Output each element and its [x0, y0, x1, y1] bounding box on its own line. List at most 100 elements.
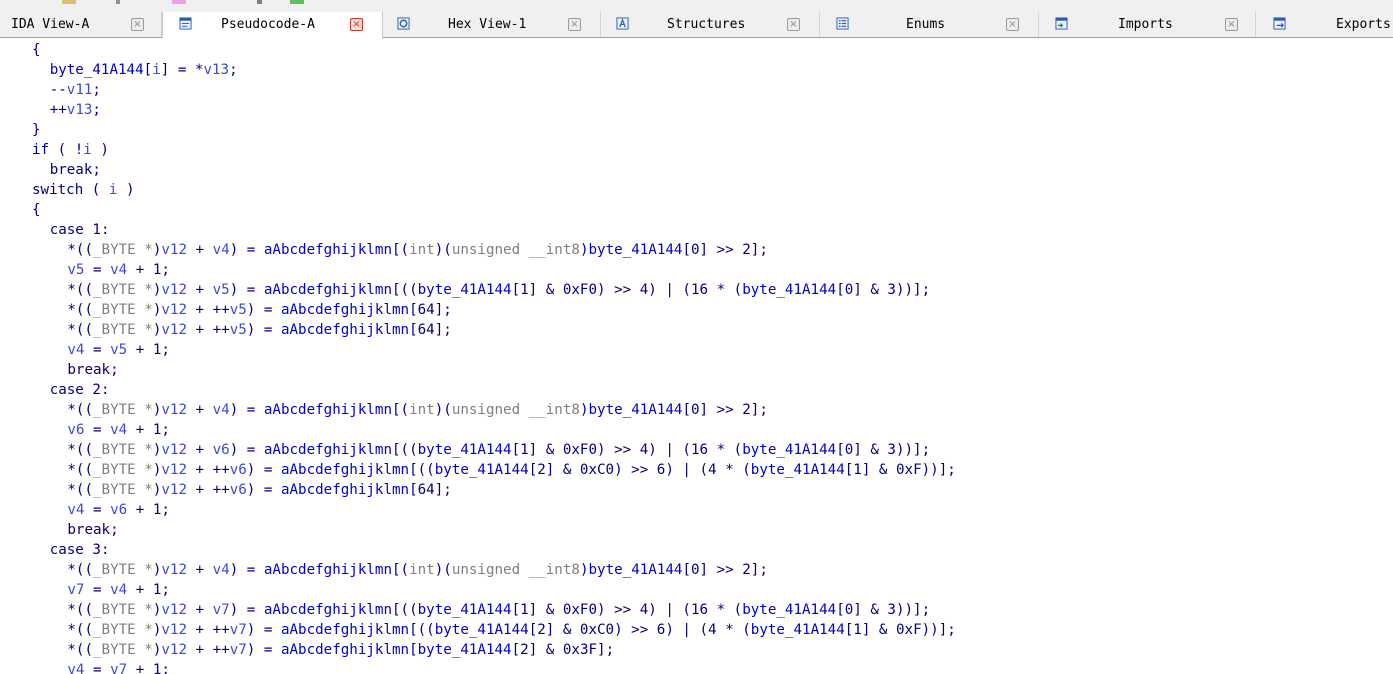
code-token: v4 [110, 582, 128, 598]
code-line[interactable]: v4 = v5 + 1; [67, 340, 170, 360]
pseudocode-view[interactable]: { byte_41A144[i] = *v13; --v11; ++v13;} if (… [0, 40, 1393, 674]
code-token: + 1; [127, 342, 170, 358]
code-token: v12 [161, 442, 187, 458]
code-token: } [32, 122, 41, 138]
code-line[interactable]: if ( !i ) [32, 140, 109, 160]
tab-hex-view-1[interactable]: Hex View-1 × [383, 12, 601, 37]
code-line[interactable]: break; [67, 360, 118, 380]
ida-window: IDA View-A × Pseudocode-A × Hex View-1 × [0, 0, 1393, 674]
code-token: + 1; [127, 262, 170, 278]
code-token: _BYTE * [93, 602, 153, 618]
close-icon[interactable]: × [787, 18, 800, 31]
close-icon[interactable]: × [131, 18, 144, 31]
code-token: int [409, 402, 435, 418]
code-line[interactable]: v5 = v4 + 1; [67, 260, 170, 280]
code-token: aAbcdefghijklmn [263, 402, 392, 418]
code-line[interactable]: v7 = v4 + 1; [67, 580, 170, 600]
code-token: v7 [212, 602, 230, 618]
tab-imports[interactable]: Imports × [1039, 12, 1256, 37]
code-token: v4 [110, 262, 128, 278]
code-token: [1] & 0xF))]; [844, 462, 956, 478]
code-token: [0] >> 2]; [682, 402, 768, 418]
code-token: unsigned __int8 [451, 402, 580, 418]
tab-label: Hex View-1 [448, 17, 527, 32]
code-line[interactable]: *((_BYTE *)v12 + v4) = aAbcdefghijklmn[(… [67, 560, 767, 580]
code-token: = [84, 422, 111, 438]
tab-structures[interactable]: Structures × [601, 12, 820, 37]
code-token: { [32, 42, 41, 58]
code-token: *(( [67, 622, 94, 638]
code-token: _BYTE * [93, 302, 153, 318]
code-token: aAbcdefghijklmn [280, 302, 410, 318]
code-line[interactable]: case 1: [50, 220, 110, 240]
tab-exports[interactable]: Exports [1256, 12, 1393, 37]
code-token: ) = [246, 642, 281, 658]
code-token: byte_41A144 [742, 442, 837, 458]
code-line[interactable]: *((_BYTE *)v12 + ++v5) = aAbcdefghijklmn… [67, 320, 451, 340]
code-line[interactable]: { [32, 200, 41, 220]
code-line[interactable]: v4 = v7 + 1; [67, 660, 170, 674]
code-line[interactable]: *((_BYTE *)v12 + v4) = aAbcdefghijklmn[(… [67, 400, 767, 420]
code-token: [0] & 3))]; [836, 282, 931, 298]
code-line[interactable]: *((_BYTE *)v12 + v6) = aAbcdefghijklmn[(… [67, 440, 930, 460]
code-line[interactable]: v6 = v4 + 1; [67, 420, 170, 440]
code-line[interactable]: v4 = v6 + 1; [67, 500, 170, 520]
code-token: _BYTE * [93, 442, 153, 458]
code-line[interactable]: case 2: [50, 380, 110, 400]
code-token: [0] & 3))]; [836, 602, 931, 618]
code-token: [(( [392, 442, 418, 458]
code-line[interactable]: case 3: [50, 540, 110, 560]
code-line[interactable]: break; [50, 160, 101, 180]
code-token: [ [409, 642, 418, 658]
code-token: ++ [49, 102, 67, 118]
code-token: v12 [161, 242, 187, 258]
code-token: + 1; [127, 502, 170, 518]
code-line[interactable]: *((_BYTE *)v12 + v4) = aAbcdefghijklmn[(… [67, 240, 767, 260]
code-line[interactable]: *((_BYTE *)v12 + ++v7) = aAbcdefghijklmn… [67, 620, 955, 640]
code-line[interactable]: --v11; [50, 80, 101, 100]
code-line[interactable]: { [32, 40, 41, 60]
code-token: break [67, 522, 111, 538]
tab-pseudocode-a[interactable]: Pseudocode-A × [162, 12, 383, 38]
code-line[interactable]: *((_BYTE *)v12 + ++v6) = aAbcdefghijklmn… [67, 460, 955, 480]
code-token: [(( [409, 462, 435, 478]
code-line[interactable]: *((_BYTE *)v12 + v5) = aAbcdefghijklmn[(… [67, 280, 930, 300]
code-token: if [32, 142, 50, 158]
code-token: v6 [212, 442, 230, 458]
code-token: + 1; [127, 422, 170, 438]
close-icon[interactable]: × [1006, 18, 1019, 31]
code-line[interactable]: byte_41A144[i] = *v13; [50, 60, 238, 80]
code-line[interactable]: break; [67, 520, 118, 540]
code-token: )( [434, 242, 452, 258]
code-token: [2] & 0xC0) >> 6) | (4 * ( [528, 622, 751, 638]
close-icon[interactable]: × [350, 18, 363, 31]
code-token: _BYTE * [93, 242, 153, 258]
code-token: aAbcdefghijklmn [263, 602, 392, 618]
tab-ida-view-a[interactable]: IDA View-A × [0, 12, 162, 37]
code-line[interactable]: switch ( i ) [32, 180, 135, 200]
code-token: v12 [161, 302, 187, 318]
code-token: break [67, 362, 111, 378]
code-token: ) = [246, 462, 281, 478]
structures-icon [616, 17, 629, 30]
code-line[interactable]: *((_BYTE *)v12 + v7) = aAbcdefghijklmn[(… [67, 600, 930, 620]
close-icon[interactable]: × [1225, 18, 1238, 31]
code-line[interactable]: *((_BYTE *)v12 + ++v7) = aAbcdefghijklmn… [67, 640, 614, 660]
code-token: _BYTE * [93, 322, 153, 338]
tab-enums[interactable]: Enums × [820, 12, 1039, 37]
code-token: v7 [229, 622, 247, 638]
toolbar-icon-fragment [62, 0, 76, 4]
code-token: v7 [67, 582, 85, 598]
code-token: ) [117, 182, 135, 198]
code-token: v7 [229, 642, 247, 658]
code-line[interactable]: ++v13; [50, 100, 101, 120]
tab-label: IDA View-A [11, 17, 90, 32]
code-line[interactable]: *((_BYTE *)v12 + ++v6) = aAbcdefghijklmn… [67, 480, 451, 500]
code-token: aAbcdefghijklmn [280, 622, 410, 638]
code-token: byte_41A144 [588, 242, 683, 258]
code-token: ( [83, 182, 109, 198]
code-line[interactable]: *((_BYTE *)v12 + ++v5) = aAbcdefghijklmn… [67, 300, 451, 320]
code-line[interactable]: } [32, 120, 41, 140]
code-token: *(( [67, 322, 94, 338]
close-icon[interactable]: × [568, 18, 581, 31]
